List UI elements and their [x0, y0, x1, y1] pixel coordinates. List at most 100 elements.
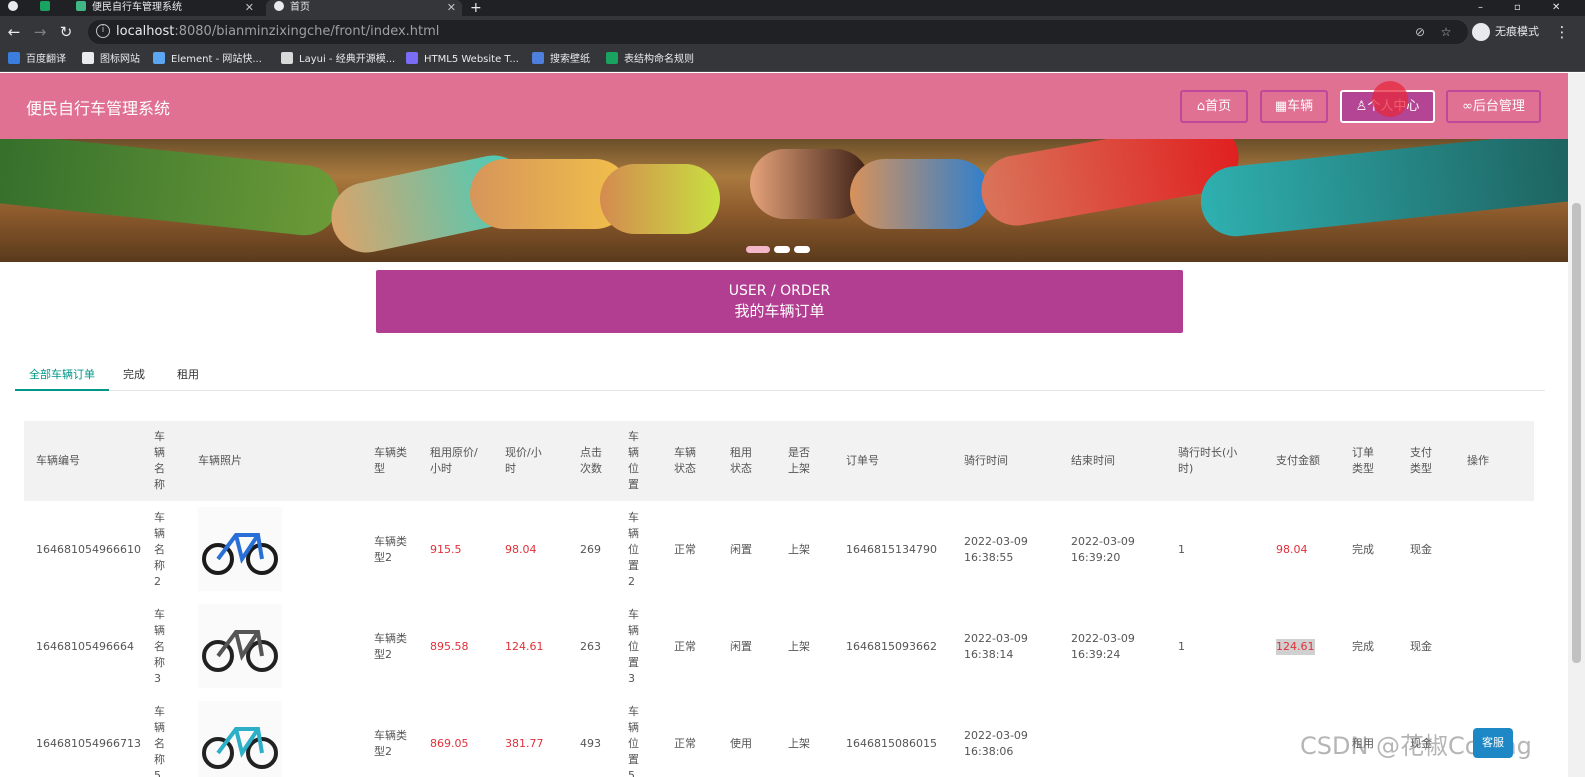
browser-tab-strip: 便民自行车管理系统 ✕ 首页 ✕ + – ▫ ✕ — [0, 0, 1585, 16]
nav-admin[interactable]: ∞后台管理 — [1446, 90, 1541, 123]
browser-tab-admin[interactable]: 便民自行车管理系统 ✕ — [70, 0, 260, 16]
cell-listed: 上架 — [788, 736, 810, 750]
table-header: 车辆编号 车辆名称 车辆照片 车辆类型 租用原价/小时 现价/小时 点击次数 车辆位置 车辆状态… — [24, 421, 1534, 501]
cell-order-type: 完成 — [1352, 639, 1374, 653]
nav-vehicles[interactable]: ▦车辆 — [1260, 90, 1328, 123]
cell-status: 正常 — [674, 639, 696, 653]
bookmarks-bar: 百度翻译 图标网站 Element - 网站快... Layui - 经典开源模… — [0, 48, 1585, 72]
column-header: 是否上架 — [788, 446, 810, 475]
close-tab-icon[interactable]: ✕ — [245, 0, 254, 16]
home-icon: ⌂ — [1196, 99, 1206, 114]
maximize-icon[interactable]: ▫ — [1514, 0, 1528, 16]
site-header: 便民自行车管理系统 ⌂首页 ▦车辆 ♙个人中心 ∞后台管理 — [0, 73, 1568, 139]
column-header: 车辆名称 — [154, 430, 165, 491]
address-bar[interactable]: i localhost:8080/bianminzixingche/front/… — [88, 20, 1468, 44]
link-icon: ∞ — [1462, 99, 1473, 114]
cell-end: 2022-03-09 16:39:24 — [1071, 631, 1135, 661]
page-viewport: 便民自行车管理系统 ⌂首页 ▦车辆 ♙个人中心 ∞后台管理 USER / ORD… — [0, 73, 1568, 777]
star-icon[interactable]: ☆ — [1438, 24, 1454, 40]
column-header: 车辆类型 — [374, 446, 407, 475]
cell-price: 98.04 — [505, 542, 537, 556]
bookmark-4[interactable]: HTML5 Website T... — [406, 52, 519, 68]
cell-orig-price: 915.5 — [430, 542, 462, 556]
cell-end: 2022-03-09 16:39:20 — [1071, 534, 1135, 564]
browser-tab-home[interactable]: 首页 ✕ — [266, 0, 462, 16]
cell-clicks: 493 — [580, 736, 601, 750]
page-scrollbar[interactable] — [1568, 73, 1585, 777]
cell-id: 164681054966713 — [36, 736, 141, 750]
element-icon — [153, 52, 165, 64]
globe-icon — [274, 1, 284, 11]
order-tabs: 全部车辆订单 完成 租用 — [15, 363, 1545, 391]
column-header: 支付类型 — [1410, 446, 1432, 475]
cell-rent-status: 闲置 — [730, 639, 752, 653]
bike-photo[interactable] — [198, 701, 282, 777]
bookmark-3[interactable]: Layui - 经典开源模... — [281, 52, 395, 68]
back-arrow-icon[interactable]: ← — [4, 22, 24, 42]
close-tab-icon[interactable]: ✕ — [447, 0, 456, 16]
nav-home[interactable]: ⌂首页 — [1180, 90, 1248, 123]
bookmark-5[interactable]: 搜索壁纸 — [532, 52, 590, 68]
banner-image — [850, 159, 990, 229]
carousel-dot[interactable] — [746, 246, 770, 253]
cell-id: 164681054966610 — [36, 542, 141, 556]
column-header: 骑行时间 — [964, 454, 1008, 467]
bike-photo[interactable] — [198, 604, 282, 688]
cell-location: 车辆位置3 — [628, 607, 639, 685]
cell-price: 381.77 — [505, 736, 544, 750]
cell-start: 2022-03-09 16:38:06 — [964, 728, 1028, 758]
vue-icon — [76, 1, 86, 11]
eye-off-icon[interactable]: ⊘ — [1412, 24, 1428, 40]
carousel-dot[interactable] — [794, 246, 810, 253]
banner-image — [1197, 139, 1568, 240]
cell-price: 124.61 — [505, 639, 544, 653]
cell-duration: 1 — [1178, 639, 1185, 653]
cell-name: 车辆名称2 — [154, 510, 165, 588]
column-header: 现价/小时 — [505, 446, 542, 475]
cell-pay-type: 现金 — [1410, 542, 1432, 556]
menu-dots-icon[interactable]: ⋮ — [1552, 22, 1572, 42]
wallpaper-icon — [532, 52, 544, 64]
incognito-icon — [1472, 23, 1490, 41]
column-header: 支付金额 — [1276, 454, 1320, 467]
bookmark-0[interactable]: 百度翻译 — [8, 52, 66, 68]
cell-end — [1071, 695, 1161, 777]
carousel-dot[interactable] — [774, 246, 790, 253]
cell-order-no: 1646815086015 — [846, 736, 937, 750]
minimize-icon[interactable]: – — [1478, 0, 1492, 16]
banner-image — [0, 139, 343, 239]
sheet-icon — [606, 52, 618, 64]
cell-rent-status: 闲置 — [730, 542, 752, 556]
bookmark-1[interactable]: 图标网站 — [82, 52, 140, 68]
browser-tab-1[interactable] — [40, 0, 62, 16]
new-tab-button[interactable]: + — [470, 0, 486, 16]
cell-listed: 上架 — [788, 639, 810, 653]
cell-status: 正常 — [674, 736, 696, 750]
tab-completed[interactable]: 完成 — [123, 363, 145, 391]
bike-photo[interactable] — [198, 507, 282, 591]
browser-tab-0[interactable] — [8, 0, 32, 16]
click-indicator — [1372, 81, 1408, 117]
cell-name: 车辆名称3 — [154, 607, 165, 685]
tab-renting[interactable]: 租用 — [177, 363, 199, 391]
column-header: 租用状态 — [730, 446, 752, 475]
bookmark-6[interactable]: 表结构命名规则 — [606, 52, 694, 68]
grid-icon: ▦ — [1274, 99, 1288, 114]
bookmark-2[interactable]: Element - 网站快... — [153, 52, 262, 68]
cell-order-no: 1646815093662 — [846, 639, 937, 653]
reload-icon[interactable]: ↻ — [56, 22, 76, 42]
forward-arrow-icon[interactable]: → — [30, 22, 50, 42]
cell-rent-status: 使用 — [730, 736, 752, 750]
cell-duration — [1178, 695, 1244, 777]
cell-order-type: 完成 — [1352, 542, 1374, 556]
tab-all-orders[interactable]: 全部车辆订单 — [15, 363, 109, 391]
table-row: 16468105496664 车辆名称3 车辆类型2 895.58 124.61 263 车… — [24, 598, 1534, 695]
close-window-icon[interactable]: ✕ — [1552, 0, 1566, 16]
cell-paid: 98.04 — [1276, 542, 1308, 556]
url-text[interactable]: localhost:8080/bianminzixingche/front/in… — [116, 20, 439, 44]
incognito-badge[interactable]: 无痕模式 — [1472, 22, 1539, 42]
scrollbar-thumb[interactable] — [1572, 203, 1581, 663]
info-icon[interactable]: i — [96, 24, 110, 38]
cell-clicks: 269 — [580, 542, 601, 556]
support-button[interactable]: 客服 — [1473, 728, 1513, 758]
